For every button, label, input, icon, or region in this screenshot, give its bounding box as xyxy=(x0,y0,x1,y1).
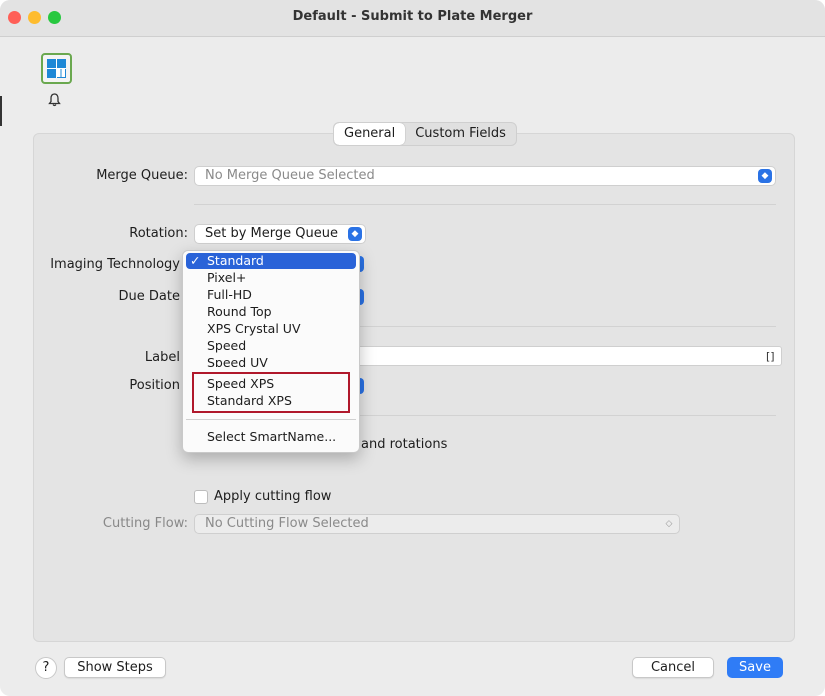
help-button[interactable]: ? xyxy=(35,657,57,679)
highlight-box xyxy=(192,372,350,413)
menu-item-speed-uv[interactable]: Speed UV xyxy=(186,355,356,367)
edge-marker xyxy=(0,96,2,126)
menu-item-xps-crystal-uv[interactable]: XPS Crystal UV xyxy=(186,321,356,337)
label-field-label: Label xyxy=(144,350,180,365)
imaging-technology-menu: ✓ Standard Pixel+ Full-HD Round Top XPS … xyxy=(182,250,360,453)
apply-cutting-flow-checkbox[interactable] xyxy=(194,490,208,504)
imaging-technology-label: Imaging Technology xyxy=(50,257,180,272)
due-date-label: Due Date xyxy=(118,289,180,304)
cutting-flow-select: No Cutting Flow Selected ◇ xyxy=(194,514,680,534)
show-steps-button[interactable]: Show Steps xyxy=(64,657,166,678)
rotation-value: Set by Merge Queue xyxy=(205,226,338,241)
menu-item-pixel-plus[interactable]: Pixel+ xyxy=(186,270,356,286)
title-bar: Default - Submit to Plate Merger xyxy=(0,0,825,37)
tab-bar: General Custom Fields xyxy=(333,122,517,146)
rotation-select[interactable]: Set by Merge Queue ◆ xyxy=(194,224,366,244)
merge-queue-select[interactable]: No Merge Queue Selected ◆ xyxy=(194,166,776,186)
tab-general[interactable]: General xyxy=(334,123,406,145)
menu-item-label: Standard xyxy=(207,253,264,268)
cancel-button[interactable]: Cancel xyxy=(632,657,714,678)
apply-cutting-flow-label: Apply cutting flow xyxy=(214,489,332,504)
cutting-flow-label: Cutting Flow: xyxy=(102,516,188,531)
checkmark-icon: ✓ xyxy=(190,253,201,268)
separator xyxy=(350,326,776,327)
bell-icon[interactable] xyxy=(48,93,61,111)
window-title: Default - Submit to Plate Merger xyxy=(292,9,533,24)
label-input[interactable] xyxy=(350,346,782,366)
separator xyxy=(350,415,776,416)
menu-item-speed[interactable]: Speed xyxy=(186,338,356,354)
position-label: Position xyxy=(129,378,180,393)
chevron-updown-icon: ◇ xyxy=(665,519,673,529)
allow-rotations-label: and rotations xyxy=(361,437,448,452)
cutting-flow-value: No Cutting Flow Selected xyxy=(205,516,369,531)
dialog-window: Default - Submit to Plate Merger General… xyxy=(0,0,825,696)
chevron-updown-icon: ◆ xyxy=(758,169,772,183)
menu-item-standard[interactable]: ✓ Standard xyxy=(186,253,356,269)
separator xyxy=(194,204,776,205)
tab-custom-fields[interactable]: Custom Fields xyxy=(405,123,516,145)
label-field-icon[interactable]: [] xyxy=(766,350,775,363)
menu-item-full-hd[interactable]: Full-HD xyxy=(186,287,356,303)
merge-queue-value: No Merge Queue Selected xyxy=(205,168,375,183)
chevron-updown-icon: ◆ xyxy=(348,227,362,241)
app-logo-icon xyxy=(41,53,72,84)
menu-item-select-smartname[interactable]: Select SmartName... xyxy=(186,429,356,445)
menu-item-round-top[interactable]: Round Top xyxy=(186,304,356,320)
merge-queue-label: Merge Queue: xyxy=(96,168,188,183)
rotation-label: Rotation: xyxy=(129,226,188,241)
save-button[interactable]: Save xyxy=(727,657,783,678)
menu-separator xyxy=(186,419,356,420)
